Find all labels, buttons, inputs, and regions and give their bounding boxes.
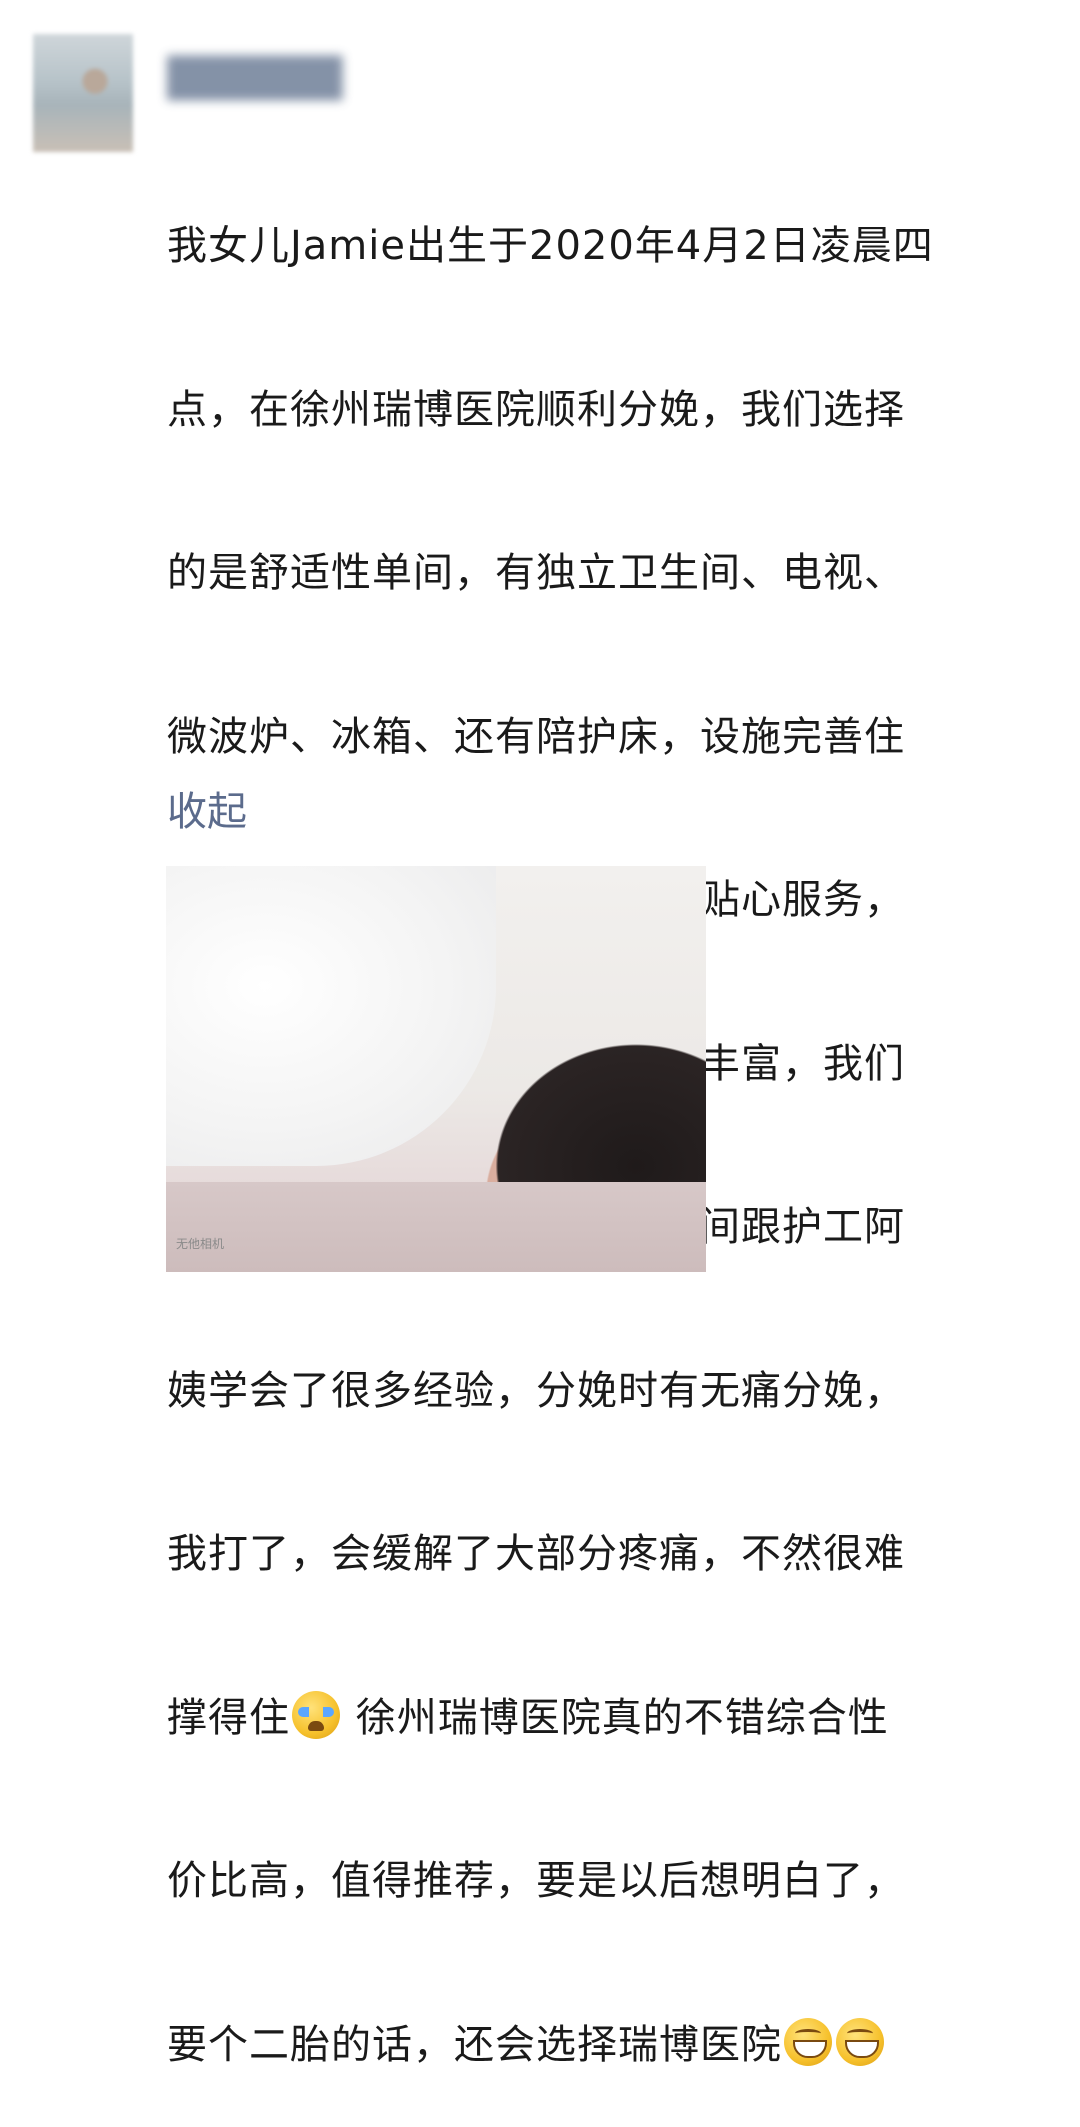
post-line: 姨学会了很多经验，分娩时有无痛分娩，	[167, 1367, 905, 1414]
collapse-link[interactable]: 收起	[167, 786, 247, 838]
post-line: 我女儿Jamie出生于2020年4月2日凌晨四	[167, 223, 934, 269]
post-line-10-b: 徐州瑞博医院真的不错综合性	[342, 1694, 889, 1741]
post-line: 价比高，值得推荐，要是以后想明白了，	[167, 1858, 905, 1904]
post-line: 的是舒适性单间，有独立卫生间、电视、	[167, 550, 905, 596]
post-line: 点，在徐州瑞博医院顺利分娩，我们选择	[167, 386, 905, 433]
photo-floor	[166, 1182, 706, 1272]
author-name[interactable]: ██████	[167, 55, 427, 101]
crying-face-icon	[292, 1690, 340, 1739]
photo-watermark: 无他相机	[176, 1237, 225, 1251]
post-line-10: 撑得住 徐州瑞博医院真的不错综合性	[167, 1690, 1027, 1746]
grin-icon	[784, 2017, 832, 2066]
post-photo[interactable]: 无他相机	[166, 866, 706, 1272]
post-line-12: 要个二胎的话，还会选择瑞博医院	[167, 2017, 1027, 2073]
post-line-12-text: 要个二胎的话，还会选择瑞博医院	[167, 2021, 782, 2068]
photo-blanket	[166, 866, 496, 1166]
post-line: 我打了，会缓解了大部分疼痛，不然很难	[167, 1531, 905, 1577]
post-line-10-a: 撑得住	[167, 1694, 290, 1741]
grin-icon	[836, 2017, 884, 2066]
post-line: 微波炉、冰箱、还有陪护床，设施完善住	[167, 713, 905, 760]
avatar[interactable]	[33, 34, 133, 152]
